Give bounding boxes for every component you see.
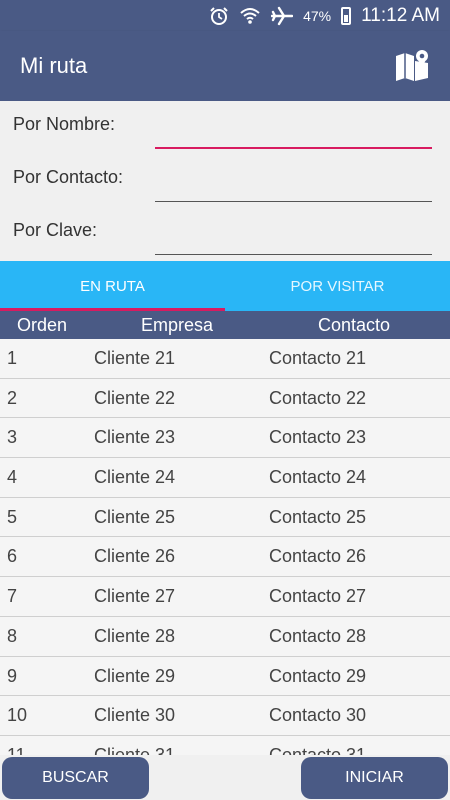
- cell-orden: 5: [7, 506, 18, 527]
- tab-por-visitar[interactable]: POR VISITAR: [225, 261, 450, 311]
- header-orden: Orden: [17, 315, 68, 335]
- table-row[interactable]: 10 Cliente 30 Contacto 30: [0, 696, 450, 736]
- table-row[interactable]: 5 Cliente 25 Contacto 25: [0, 497, 450, 538]
- cell-contacto: Contacto 29: [269, 665, 367, 686]
- header-empresa: Empresa: [141, 315, 214, 335]
- clave-row: Por Clave:: [13, 211, 432, 255]
- cell-contacto: Contacto 23: [269, 427, 367, 448]
- buscar-button[interactable]: BUSCAR: [2, 757, 149, 799]
- table-row[interactable]: 1 Cliente 21 Contacto 21: [0, 339, 450, 379]
- cell-contacto: Contacto 24: [269, 467, 367, 488]
- cell-empresa: Cliente 24: [94, 467, 176, 488]
- cell-orden: 4: [7, 467, 18, 488]
- iniciar-button[interactable]: INICIAR: [301, 757, 448, 799]
- clave-field[interactable]: [155, 219, 432, 255]
- map-button[interactable]: [392, 46, 432, 86]
- cell-empresa: Cliente 28: [94, 625, 176, 646]
- battery-icon: [341, 6, 352, 25]
- cell-contacto: Contacto 27: [269, 586, 367, 607]
- cell-empresa: Cliente 25: [94, 506, 176, 527]
- cell-empresa: Cliente 21: [94, 348, 176, 368]
- cell-orden: 8: [7, 625, 18, 646]
- table-row[interactable]: 2 Cliente 22 Contacto 22: [0, 378, 450, 419]
- nombre-label: Por Nombre:: [13, 114, 116, 134]
- cell-contacto: Contacto 21: [269, 348, 367, 368]
- status-time: 11:12 AM: [361, 4, 440, 26]
- tab-bar: EN RUTA POR VISITAR: [0, 261, 450, 311]
- app-bar: Mi ruta: [0, 31, 450, 101]
- page-title: Mi ruta: [20, 53, 88, 78]
- contacto-row: Por Contacto:: [13, 158, 432, 202]
- cell-orden: 2: [7, 387, 18, 408]
- cell-orden: 11: [7, 744, 26, 755]
- cell-empresa: Cliente 26: [94, 546, 176, 567]
- cell-orden: 10: [7, 705, 28, 726]
- contacto-label: Por Contacto:: [13, 167, 124, 187]
- cell-empresa: Cliente 30: [94, 705, 176, 726]
- cell-empresa: Cliente 23: [94, 427, 176, 448]
- table-body[interactable]: 1 Cliente 21 Contacto 21 2 Cliente 22 Contac…: [0, 339, 450, 755]
- cell-contacto: Contacto 25: [269, 506, 367, 527]
- tab-en-ruta[interactable]: EN RUTA: [0, 261, 225, 311]
- battery-percent: 47%: [303, 7, 332, 24]
- table-row[interactable]: 11 Cliente 31 Contacto 31: [0, 735, 450, 755]
- header-contacto: Contacto: [318, 315, 391, 335]
- alarm-icon: [209, 6, 229, 26]
- table-row[interactable]: 6 Cliente 26 Contacto 26: [0, 537, 450, 578]
- table-row[interactable]: 8 Cliente 28 Contacto 28: [0, 616, 450, 657]
- table-row[interactable]: 3 Cliente 23 Contacto 23: [0, 418, 450, 459]
- table-row[interactable]: 7 Cliente 27 Contacto 27: [0, 577, 450, 617]
- table-header: Orden Empresa Contacto: [0, 311, 450, 339]
- airplane-mode-icon: [271, 6, 294, 26]
- cell-contacto: Contacto 30: [269, 705, 367, 726]
- cell-empresa: Cliente 29: [94, 665, 176, 686]
- cell-orden: 1: [7, 348, 18, 368]
- table-row[interactable]: 9 Cliente 29 Contacto 29: [0, 656, 450, 697]
- cell-contacto: Contacto 22: [269, 387, 367, 408]
- cell-contacto: Contacto 31: [269, 744, 367, 755]
- cell-orden: 9: [7, 665, 18, 686]
- nombre-field[interactable]: [155, 113, 432, 149]
- cell-orden: 6: [7, 546, 18, 567]
- cell-empresa: Cliente 22: [94, 387, 176, 408]
- cell-orden: 3: [7, 427, 18, 448]
- table-row[interactable]: 4 Cliente 24 Contacto 24: [0, 458, 450, 498]
- cell-contacto: Contacto 28: [269, 625, 367, 646]
- clave-label: Por Clave:: [13, 220, 98, 240]
- cell-empresa: Cliente 31: [94, 744, 176, 755]
- cell-contacto: Contacto 26: [269, 546, 367, 567]
- status-bar: 47% 11:12 AM: [0, 0, 450, 31]
- search-form: Por Nombre: Por Contacto: Por Clave:: [0, 101, 450, 261]
- nombre-row: Por Nombre:: [13, 105, 432, 149]
- wifi-icon: [239, 6, 261, 26]
- contacto-field[interactable]: [155, 166, 432, 202]
- cell-orden: 7: [7, 586, 18, 607]
- map-icon: [396, 50, 428, 81]
- cell-empresa: Cliente 27: [94, 586, 176, 607]
